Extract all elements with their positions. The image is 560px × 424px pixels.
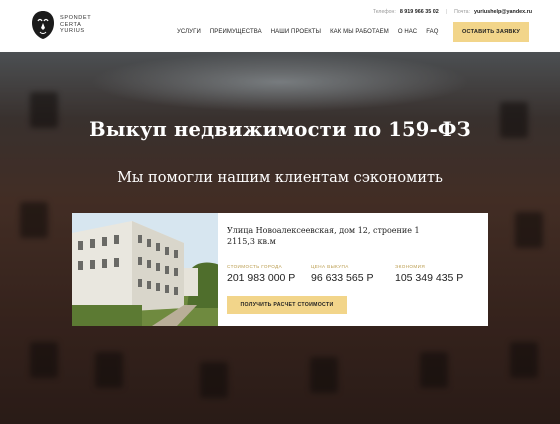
stat-value: 201 983 000 Р	[227, 272, 296, 284]
project-area: 2115,3 кв.м	[227, 237, 276, 246]
stat-value: 96 633 565 Р	[311, 272, 374, 284]
email-link[interactable]: yuriushelp@yandex.ru	[474, 9, 532, 15]
phone-link[interactable]: 8 919 966 35 02	[400, 9, 439, 15]
phone-label: Телефон:	[372, 9, 396, 15]
stat-savings: ЭКОНОМИЯ 105 349 435 Р	[395, 264, 479, 284]
project-address: Улица Новоалексеевская, дом 12, строение…	[227, 226, 420, 235]
nav-item-about[interactable]: О НАС	[398, 29, 417, 35]
stat-label: ЦЕНА ВЫКУПА	[311, 264, 349, 269]
stat-city-price: СТОИМОСТЬ ГОРОДА 201 983 000 Р	[227, 264, 311, 284]
logo-line: SPONDET	[60, 15, 92, 22]
project-info: Улица Новоалексеевская, дом 12, строение…	[218, 213, 488, 326]
nav-item-faq[interactable]: FAQ	[426, 29, 438, 35]
nav-item-services[interactable]: УСЛУГИ	[177, 29, 201, 35]
get-cost-estimate-button[interactable]: ПОЛУЧИТЬ РАСЧЕТ СТОИМОСТИ	[227, 296, 347, 314]
page-subtitle: Мы помогли нашим клиентам сэкономить	[117, 170, 443, 186]
contacts-separator: |	[445, 9, 448, 15]
site-header: SPONDET CERTA YURIUS Телефон: 8 919 966 …	[0, 0, 560, 52]
logo-line: CERTA	[60, 21, 82, 28]
building-photo-image	[72, 213, 218, 326]
stat-label: ЭКОНОМИЯ	[395, 264, 426, 269]
header-contacts: Телефон: 8 919 966 35 02 | Почта: yurius…	[373, 9, 532, 15]
nav-item-advantages[interactable]: ПРЕИМУЩЕСТВА	[210, 29, 262, 35]
leave-request-button[interactable]: ОСТАВИТЬ ЗАЯВКУ	[453, 22, 529, 42]
logo-line: YURIUS	[60, 28, 85, 35]
project-stats: СТОИМОСТЬ ГОРОДА 201 983 000 Р ЦЕНА ВЫКУ…	[227, 264, 479, 284]
nav-item-projects[interactable]: НАШИ ПРОЕКТЫ	[271, 29, 321, 35]
logo[interactable]: SPONDET CERTA YURIUS	[30, 10, 91, 40]
stat-buyout-price: ЦЕНА ВЫКУПА 96 633 565 Р	[311, 264, 395, 284]
email-label: Почта:	[454, 9, 471, 15]
building-photo	[72, 213, 218, 326]
lion-logo-icon	[32, 11, 54, 39]
logo-text: SPONDET CERTA YURIUS	[60, 15, 91, 35]
main-nav: УСЛУГИ ПРЕИМУЩЕСТВА НАШИ ПРОЕКТЫ КАК МЫ …	[177, 29, 439, 35]
nav-item-how-we-work[interactable]: КАК МЫ РАБОТАЕМ	[330, 29, 389, 35]
stat-label: СТОИМОСТЬ ГОРОДА	[227, 264, 283, 269]
project-card: Улица Новоалексеевская, дом 12, строение…	[72, 213, 488, 326]
page-title: Выкуп недвижимости по 159-ФЗ	[89, 118, 471, 141]
stat-value: 105 349 435 Р	[395, 272, 464, 284]
